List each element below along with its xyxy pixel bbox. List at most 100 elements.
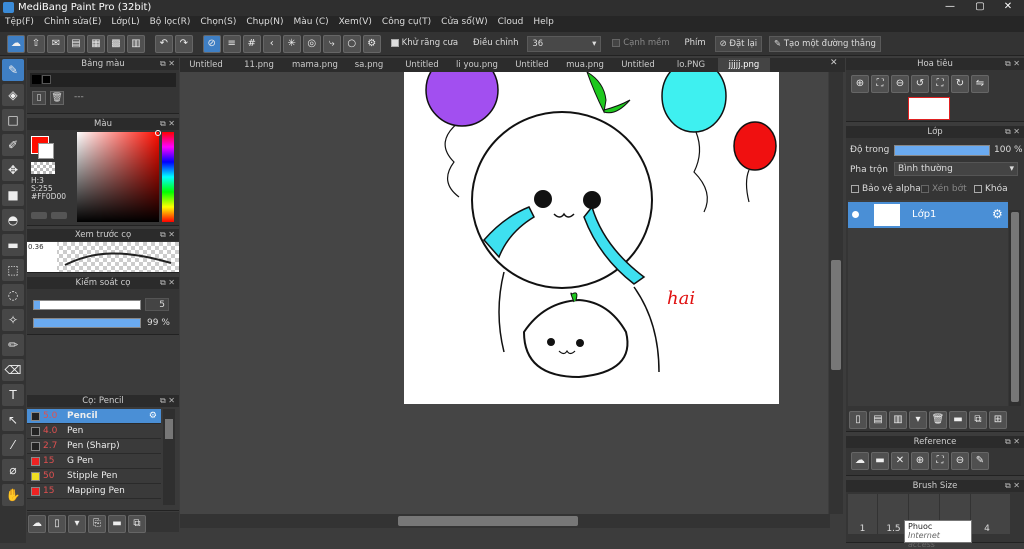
- lasso-tool-icon[interactable]: ◌: [2, 284, 24, 306]
- tab-11[interactable]: 11.png: [233, 58, 285, 72]
- open-folder-icon[interactable]: ▬: [871, 452, 889, 470]
- brush-list-item[interactable]: 15 G Pen: [27, 454, 161, 469]
- zoom-fit-icon[interactable]: ⛶: [871, 75, 889, 93]
- lock-toggle[interactable]: Khóa: [974, 184, 1008, 194]
- brush-menu-icon[interactable]: ▾: [68, 515, 86, 533]
- vanishing-snap-icon[interactable]: ‹: [262, 35, 281, 53]
- menu-edit[interactable]: Chỉnh sửa(E): [39, 16, 106, 27]
- brush-size-slider[interactable]: [33, 300, 141, 310]
- hand-tool-icon[interactable]: ✋: [2, 484, 24, 506]
- eraser-tool-icon[interactable]: ◈: [2, 84, 24, 106]
- text-tool-icon[interactable]: T: [2, 384, 24, 406]
- copy-brush-icon[interactable]: ⎘: [88, 515, 106, 533]
- merge-layer-icon[interactable]: ⊞: [989, 411, 1007, 429]
- panel-close-icon[interactable]: ⧉ ✕: [160, 118, 175, 130]
- eye-icon[interactable]: [852, 211, 859, 218]
- undo-icon[interactable]: ↶: [154, 35, 173, 53]
- menu-help[interactable]: Help: [528, 16, 559, 27]
- zoom-in-icon[interactable]: ⊕: [851, 75, 869, 93]
- menu-select[interactable]: Chọn(S): [195, 16, 241, 27]
- new-brush-icon[interactable]: ▯: [48, 515, 66, 533]
- comment-icon[interactable]: ✉: [47, 35, 65, 53]
- dot-tool-icon[interactable]: □: [2, 109, 24, 131]
- new-layer-menu-icon[interactable]: ▾: [909, 411, 927, 429]
- swatch-black[interactable]: [32, 75, 41, 84]
- menu-filter[interactable]: Bộ lọc(R): [145, 16, 196, 27]
- tab-sa[interactable]: sa.png: [343, 58, 395, 72]
- clipping-toggle[interactable]: Xén bớt: [921, 184, 967, 194]
- cloud-download-icon[interactable]: ☁: [851, 452, 869, 470]
- blend-mode-select[interactable]: Bình thường ▾: [894, 162, 1018, 176]
- folder-icon[interactable]: ▬: [108, 515, 126, 533]
- protect-alpha-checkbox[interactable]: [851, 184, 859, 193]
- layer-folder-icon[interactable]: ▬: [949, 411, 967, 429]
- transparent-swatch[interactable]: [31, 162, 55, 174]
- curve-snap-icon[interactable]: ⤷: [322, 35, 341, 53]
- antialias-checkbox[interactable]: [390, 38, 399, 47]
- crisscross-snap-icon[interactable]: #: [242, 35, 261, 53]
- horizontal-scrollbar[interactable]: [180, 514, 830, 528]
- brush-list-item[interactable]: 5.0 Pencil ⚙: [27, 409, 161, 424]
- maximize-button[interactable]: ▢: [966, 1, 994, 12]
- picker-cursor[interactable]: [155, 130, 161, 136]
- select-eraser-icon[interactable]: ⌫: [2, 359, 24, 381]
- snap-off-icon[interactable]: ⊘: [202, 35, 221, 53]
- palette-swatches[interactable]: [30, 73, 176, 87]
- antialias-toggle[interactable]: Khử răng cưa: [387, 36, 463, 50]
- select-pen-icon[interactable]: ✏: [2, 334, 24, 356]
- saturation-value-picker[interactable]: [77, 130, 161, 222]
- secondary-color-swatch[interactable]: [38, 143, 54, 159]
- close-reference-icon[interactable]: ✕: [891, 452, 909, 470]
- create-line-button[interactable]: ✎ Tạo một đường thẳng: [769, 36, 881, 52]
- panel-close-icon[interactable]: ⧉ ✕: [1005, 126, 1020, 138]
- new-8bit-layer-icon[interactable]: ▥: [889, 411, 907, 429]
- pen-tool-icon[interactable]: ✐: [2, 134, 24, 156]
- parallel-snap-icon[interactable]: ≡: [222, 35, 241, 53]
- brush-settings-gear-icon[interactable]: ⚙: [149, 409, 157, 424]
- minimize-button[interactable]: —: [936, 1, 964, 12]
- new-layer-icon[interactable]: ▯: [849, 411, 867, 429]
- panel-close-icon[interactable]: ⧉ ✕: [160, 395, 175, 407]
- document-icon[interactable]: ▤: [67, 35, 85, 53]
- settings-gear-icon[interactable]: ⚙: [362, 35, 381, 53]
- brush-list-item[interactable]: 4.0 Pen: [27, 424, 161, 439]
- soft-edge-checkbox[interactable]: [612, 38, 621, 47]
- move-tool-icon[interactable]: ✥: [2, 159, 24, 181]
- zoom-out-icon[interactable]: ⊖: [891, 75, 909, 93]
- panel-close-icon[interactable]: ⧉ ✕: [160, 58, 175, 70]
- layer-opacity-slider[interactable]: [894, 145, 990, 156]
- color-mode-button[interactable]: [31, 212, 47, 219]
- menu-view[interactable]: Xem(V): [334, 16, 377, 27]
- soft-edge-toggle[interactable]: Cạnh mềm: [608, 36, 673, 50]
- eyedropper-small-button[interactable]: [51, 212, 67, 219]
- panel-close-icon[interactable]: ⧉ ✕: [160, 277, 175, 289]
- brush-list-item[interactable]: 15 Mapping Pen: [27, 484, 161, 499]
- lock-checkbox[interactable]: [974, 184, 982, 193]
- flip-icon[interactable]: ⇋: [971, 75, 989, 93]
- close-tab-icon[interactable]: ✕: [830, 58, 838, 68]
- tab-untitled-2[interactable]: Untitled: [396, 58, 448, 72]
- drawing-canvas[interactable]: hai: [404, 72, 779, 404]
- rotate-left-icon[interactable]: ↺: [911, 75, 929, 93]
- magic-wand-icon[interactable]: ✧: [2, 309, 24, 331]
- menu-layer[interactable]: Lớp(L): [106, 16, 144, 27]
- panel-close-icon[interactable]: ⧉ ✕: [1005, 58, 1020, 70]
- circle-snap-icon[interactable]: ◎: [302, 35, 321, 53]
- bucket-tool-icon[interactable]: ◓: [2, 209, 24, 231]
- page-icon[interactable]: ▦: [87, 35, 105, 53]
- redo-icon[interactable]: ↷: [174, 35, 193, 53]
- tab-mama[interactable]: mama.png: [286, 58, 342, 72]
- select-rect-icon[interactable]: ⬚: [2, 259, 24, 281]
- menu-snap[interactable]: Chụp(N): [241, 16, 288, 27]
- menu-cloud[interactable]: Cloud: [493, 16, 529, 27]
- brush-size-preset[interactable]: 1: [848, 494, 878, 534]
- radial-snap-icon[interactable]: ✳: [282, 35, 301, 53]
- hue-slider[interactable]: [162, 132, 174, 222]
- reset-button[interactable]: ⊘ Đặt lại: [714, 36, 763, 52]
- divide-tool-icon[interactable]: ⁄: [2, 434, 24, 456]
- new-halftone-layer-icon[interactable]: ▤: [869, 411, 887, 429]
- tab-untitled-1[interactable]: Untitled: [180, 58, 232, 72]
- clipping-checkbox[interactable]: [921, 184, 929, 193]
- panel-close-icon[interactable]: ⧉ ✕: [1005, 480, 1020, 492]
- window-icon[interactable]: ⧉: [128, 515, 146, 533]
